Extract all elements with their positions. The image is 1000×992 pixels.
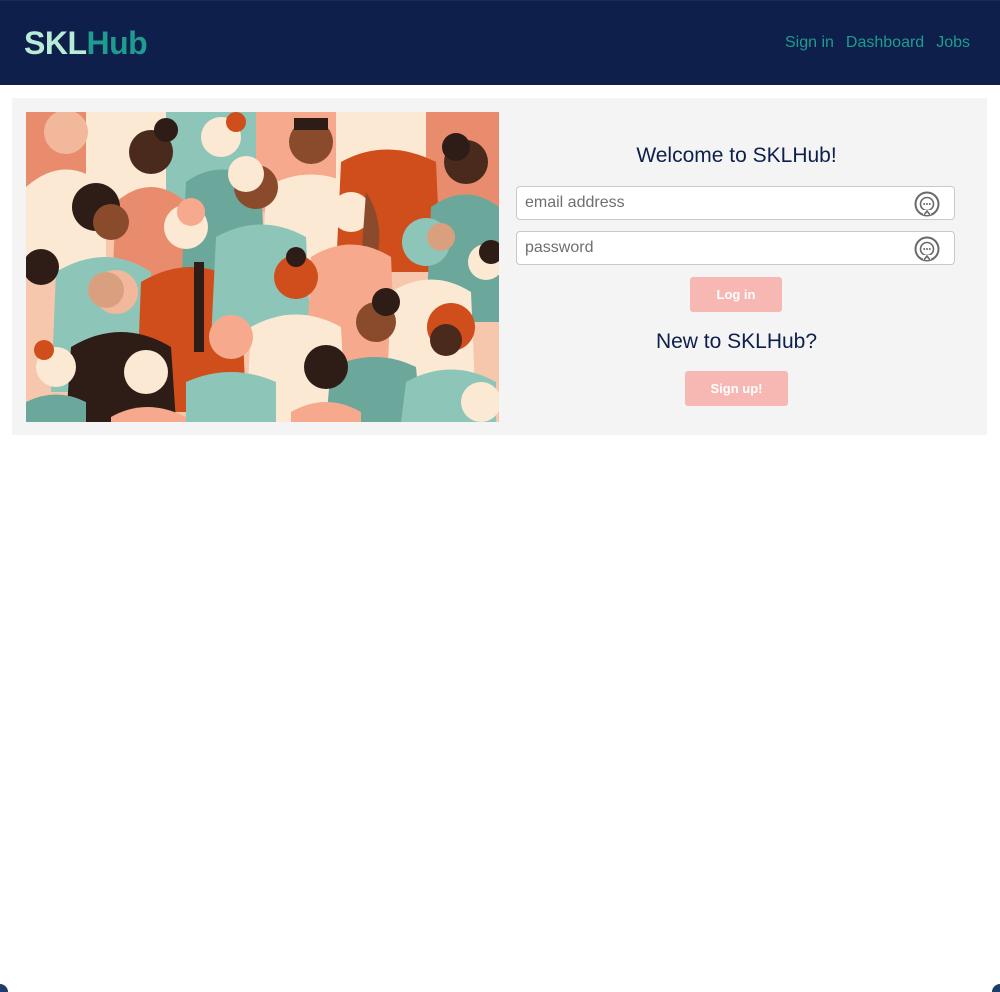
brand-logo[interactable]: SKLHub — [24, 25, 148, 61]
nav-link-dashboard[interactable]: Dashboard — [846, 33, 924, 53]
hero-illustration — [26, 112, 499, 422]
diverse-crowd-illustration — [26, 112, 499, 422]
window-corner-right — [992, 984, 1000, 992]
login-form: Welcome to SKLHub! email address Log in … — [516, 98, 957, 435]
password-input[interactable] — [517, 232, 923, 264]
nav-link-jobs[interactable]: Jobs — [936, 33, 970, 53]
email-input[interactable] — [517, 187, 923, 219]
top-navbar: SKLHub Sign in Dashboard Jobs — [0, 0, 1000, 85]
email-field-container — [516, 186, 955, 220]
password-manager-keypad-icon[interactable] — [914, 191, 940, 217]
welcome-heading: Welcome to SKLHub! — [636, 144, 837, 167]
brand-logo-part1: SKL — [24, 25, 87, 61]
login-card: Welcome to SKLHub! email address Log in … — [12, 98, 987, 435]
new-to-heading: New to SKLHub? — [655, 330, 818, 353]
login-button[interactable]: Log in — [690, 277, 782, 312]
nav-links: Sign in Dashboard Jobs — [785, 33, 970, 53]
signup-button[interactable]: Sign up! — [685, 371, 788, 406]
brand-logo-part2: Hub — [86, 25, 148, 61]
password-manager-keypad-icon[interactable] — [914, 236, 940, 262]
window-corner-left — [0, 984, 8, 992]
password-field-container — [516, 231, 955, 265]
nav-link-sign-in[interactable]: Sign in — [785, 33, 834, 53]
